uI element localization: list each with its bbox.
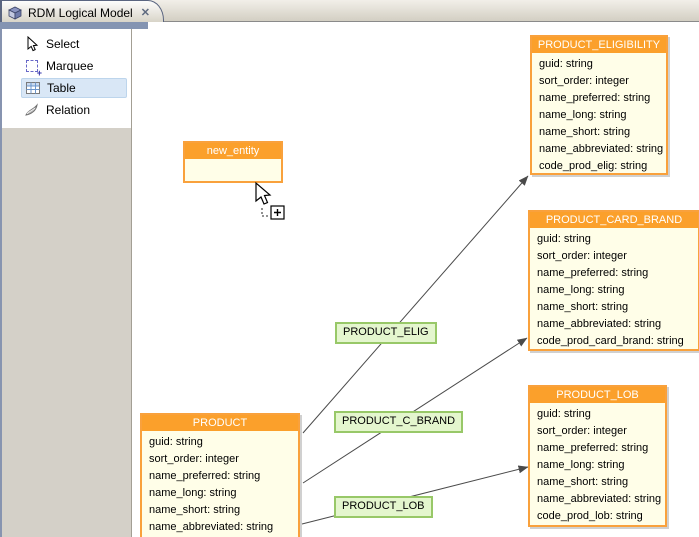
entity-field[interactable]: guid: string [532,56,666,73]
entity-field[interactable]: name_short: string [532,124,666,141]
entity-field[interactable]: name_preferred: string [532,90,666,107]
relation-icon [24,102,40,118]
entity-product[interactable]: PRODUCT guid: string sort_order: integer… [140,413,300,537]
entity-field[interactable]: sort_order: integer [532,73,666,90]
entity-title[interactable]: new_entity [185,143,281,160]
entity-title[interactable]: PRODUCT_ELIGIBILITY [532,37,666,54]
relation-label-product-elig[interactable]: PRODUCT_ELIG [335,322,437,344]
entity-field[interactable]: name_long: string [530,282,698,299]
entity-title[interactable]: PRODUCT [142,415,298,432]
entity-field-list: guid: string sort_order: integer name_pr… [530,229,698,350]
entity-field[interactable]: name_short: string [142,502,298,519]
entity-field[interactable]: name_abbreviated: string [532,141,666,158]
entity-field[interactable]: sort_order: integer [530,248,698,265]
tab-keyline [0,22,148,29]
table-model-icon [7,5,23,21]
add-entity-cursor [252,181,296,225]
marquee-icon: + [24,58,40,74]
entity-field[interactable]: name_abbreviated: string [142,519,298,536]
entity-field[interactable]: sort_order: integer [142,451,298,468]
table-grid-icon [25,80,41,96]
entity-field[interactable]: name_long: string [530,457,665,474]
entity-field[interactable]: name_preferred: string [530,440,665,457]
entity-field[interactable]: name_long: string [532,107,666,124]
entity-field[interactable]: name_short: string [530,474,665,491]
relation-line-product-elig[interactable] [303,176,528,433]
tool-label: Table [47,81,76,95]
entity-field[interactable]: name_long: string [142,485,298,502]
entity-field-list [185,160,281,162]
palette-tool-group: Select + Marquee Table [2,29,131,128]
tab-close-icon[interactable]: ✕ [139,6,152,19]
entity-product-eligibility[interactable]: PRODUCT_ELIGIBILITY guid: string sort_or… [530,35,668,175]
tool-label: Relation [46,103,90,117]
palette-tool-marquee[interactable]: + Marquee [21,56,127,76]
relation-label-product-lob[interactable]: PRODUCT_LOB [334,496,433,518]
frame-left-border [0,22,2,537]
entity-field[interactable]: guid: string [530,406,665,423]
entity-field[interactable]: name_preferred: string [530,265,698,282]
entity-field-list: guid: string sort_order: integer name_pr… [142,432,298,536]
entity-new-entity[interactable]: new_entity [183,141,283,183]
entity-field[interactable]: name_abbreviated: string [530,316,698,333]
cursor-arrow-icon [24,36,40,52]
palette-tool-select[interactable]: Select [21,34,127,54]
tab-title: RDM Logical Model [28,6,133,20]
relation-label-product-c-brand[interactable]: PRODUCT_C_BRAND [334,411,463,433]
entity-field[interactable]: code_prod_lob: string [530,508,665,525]
entity-field[interactable]: name_preferred: string [142,468,298,485]
tool-label: Marquee [46,59,93,73]
entity-field[interactable]: sort_order: integer [530,423,665,440]
entity-field[interactable]: guid: string [530,231,698,248]
entity-title[interactable]: PRODUCT_CARD_BRAND [530,212,698,229]
editor-window: RDM Logical Model ✕ Select + Marquee [0,0,699,537]
entity-field[interactable]: name_short: string [530,299,698,316]
palette-tool-table[interactable]: Table [21,78,127,98]
entity-product-lob[interactable]: PRODUCT_LOB guid: string sort_order: int… [528,385,667,527]
entity-field[interactable]: guid: string [142,434,298,451]
entity-field[interactable]: name_abbreviated: string [530,491,665,508]
diagram-canvas[interactable]: new_entity PRODUCT_ELIGIBILITY guid: str… [132,29,699,537]
entity-field[interactable]: code_prod_elig: string [532,158,666,175]
tool-label: Select [46,37,79,51]
entity-field-list: guid: string sort_order: integer name_pr… [532,54,666,175]
entity-title[interactable]: PRODUCT_LOB [530,387,665,404]
entity-field[interactable]: code_prod_card_brand: string [530,333,698,350]
tool-palette: Select + Marquee Table [2,29,131,537]
entity-product-card-brand[interactable]: PRODUCT_CARD_BRAND guid: string sort_ord… [528,210,699,351]
entity-field-list: guid: string sort_order: integer name_pr… [530,404,665,525]
palette-tool-relation[interactable]: Relation [21,100,127,120]
editor-tab[interactable]: RDM Logical Model ✕ [0,0,164,22]
